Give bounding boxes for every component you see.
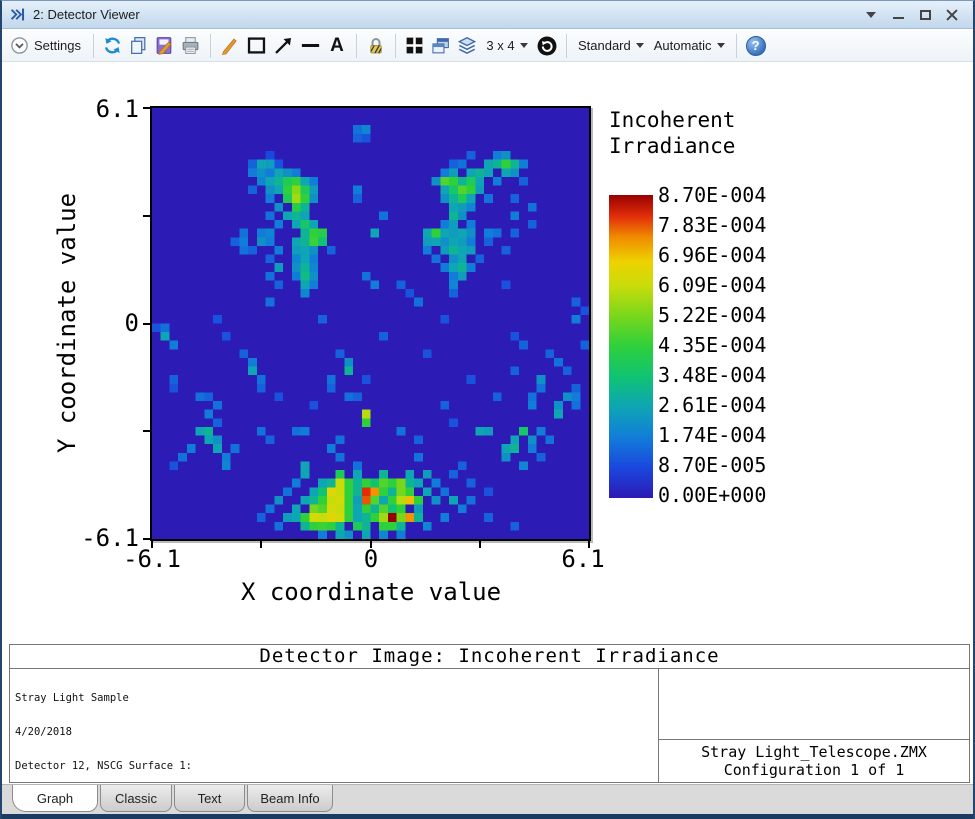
maximize-button[interactable] (916, 6, 934, 24)
minimize-button[interactable] (889, 6, 907, 24)
legend-labels: 8.70E-004 7.83E-004 6.96E-004 6.09E-004 … (658, 185, 788, 505)
refresh-icon[interactable] (100, 33, 126, 59)
legend-label: 5.22E-004 (658, 305, 788, 325)
reset-rotate-icon[interactable] (534, 33, 560, 59)
detector-heatmap (152, 108, 589, 539)
window-controls (862, 6, 973, 24)
grid-layout-label: 3 x 4 (486, 38, 514, 53)
grid-layout-dropdown[interactable]: 3 x 4 (480, 33, 534, 59)
info-panel-header: Detector Image: Incoherent Irradiance (10, 645, 969, 669)
tab-classic[interactable]: Classic (100, 785, 172, 812)
settings-chevron-icon (10, 36, 29, 55)
legend-label: 2.61E-004 (658, 395, 788, 415)
legend-label: 7.83E-004 (658, 215, 788, 235)
save-image-icon[interactable] (152, 33, 178, 59)
close-button[interactable] (943, 6, 961, 24)
dock-window-icon (9, 6, 26, 23)
info-panel: Detector Image: Incoherent Irradiance St… (9, 644, 970, 783)
tab-text[interactable]: Text (174, 785, 245, 812)
help-icon: ? (746, 36, 766, 56)
chevron-down-icon (520, 43, 528, 48)
automatic-dropdown[interactable]: Automatic (649, 33, 730, 59)
chevron-down-icon (717, 43, 725, 48)
legend-label: 1.74E-004 (658, 425, 788, 445)
x-axis-label: X coordinate value (241, 578, 501, 606)
copy-icon[interactable] (126, 33, 152, 59)
standard-dropdown[interactable]: Standard (573, 33, 649, 59)
info-panel-body: Stray Light Sample 4/20/2018 Detector 12… (10, 669, 969, 782)
cascade-windows-icon[interactable] (428, 33, 454, 59)
legend-label: 4.35E-004 (658, 335, 788, 355)
tab-bar: Graph Classic Text Beam Info (2, 784, 973, 814)
print-icon[interactable] (178, 33, 204, 59)
tab-beam-info[interactable]: Beam Info (247, 785, 333, 812)
legend-title: Incoherent Irradiance (609, 107, 735, 159)
toolbar-separator (566, 34, 567, 58)
legend-label: 8.70E-004 (658, 185, 788, 205)
fit-window-icon[interactable] (402, 33, 428, 59)
configuration-label: Configuration 1 of 1 (724, 761, 905, 779)
standard-label: Standard (578, 38, 631, 53)
y-tick-label: 0 (79, 311, 139, 335)
legend-label: 3.48E-004 (658, 365, 788, 385)
toolbar-separator (93, 34, 94, 58)
colorbar (609, 195, 653, 498)
x-tick-label: 6.1 (538, 547, 628, 571)
toolbar-separator (356, 34, 357, 58)
toolbar-separator (736, 34, 737, 58)
x-tick-label: -6.1 (107, 547, 197, 571)
rectangle-annotate-icon[interactable] (243, 33, 270, 59)
line-annotate-icon[interactable] (297, 33, 324, 59)
file-name: Stray Light_Telescope.ZMX (701, 743, 927, 761)
automatic-label: Automatic (654, 38, 712, 53)
legend-label: 6.09E-004 (658, 275, 788, 295)
x-tick-label: 0 (326, 547, 416, 571)
chevron-down-icon (636, 43, 644, 48)
arrow-annotate-icon[interactable] (270, 33, 297, 59)
toolbar-separator (210, 34, 211, 58)
legend-label: 8.70E-005 (658, 455, 788, 475)
title-bar: 2: Detector Viewer (2, 1, 973, 29)
tab-graph[interactable]: Graph (12, 785, 98, 812)
plot-frame (150, 106, 591, 541)
y-axis-label: Y coordinate value (53, 173, 81, 473)
toolbar-separator (395, 34, 396, 58)
detector-viewer-window: 2: Detector Viewer Settings (0, 0, 975, 819)
legend-label: 0.00E+000 (658, 485, 788, 505)
help-button[interactable]: ? (743, 33, 769, 59)
text-annotate-icon[interactable]: A (324, 33, 350, 59)
window-menu-button[interactable] (862, 6, 880, 24)
settings-button[interactable]: Settings (8, 33, 87, 59)
window-title: 2: Detector Viewer (33, 7, 140, 22)
toolbar: Settings (2, 30, 973, 62)
window-bottom-edge (2, 814, 973, 819)
pencil-annotate-icon[interactable] (217, 33, 243, 59)
layers-icon[interactable] (454, 33, 480, 59)
legend-label: 6.96E-004 (658, 245, 788, 265)
file-info-box: Stray Light_Telescope.ZMX Configuration … (659, 739, 969, 782)
lock-icon[interactable] (363, 33, 389, 59)
settings-label: Settings (34, 38, 81, 53)
y-tick-label: 6.1 (79, 97, 139, 121)
